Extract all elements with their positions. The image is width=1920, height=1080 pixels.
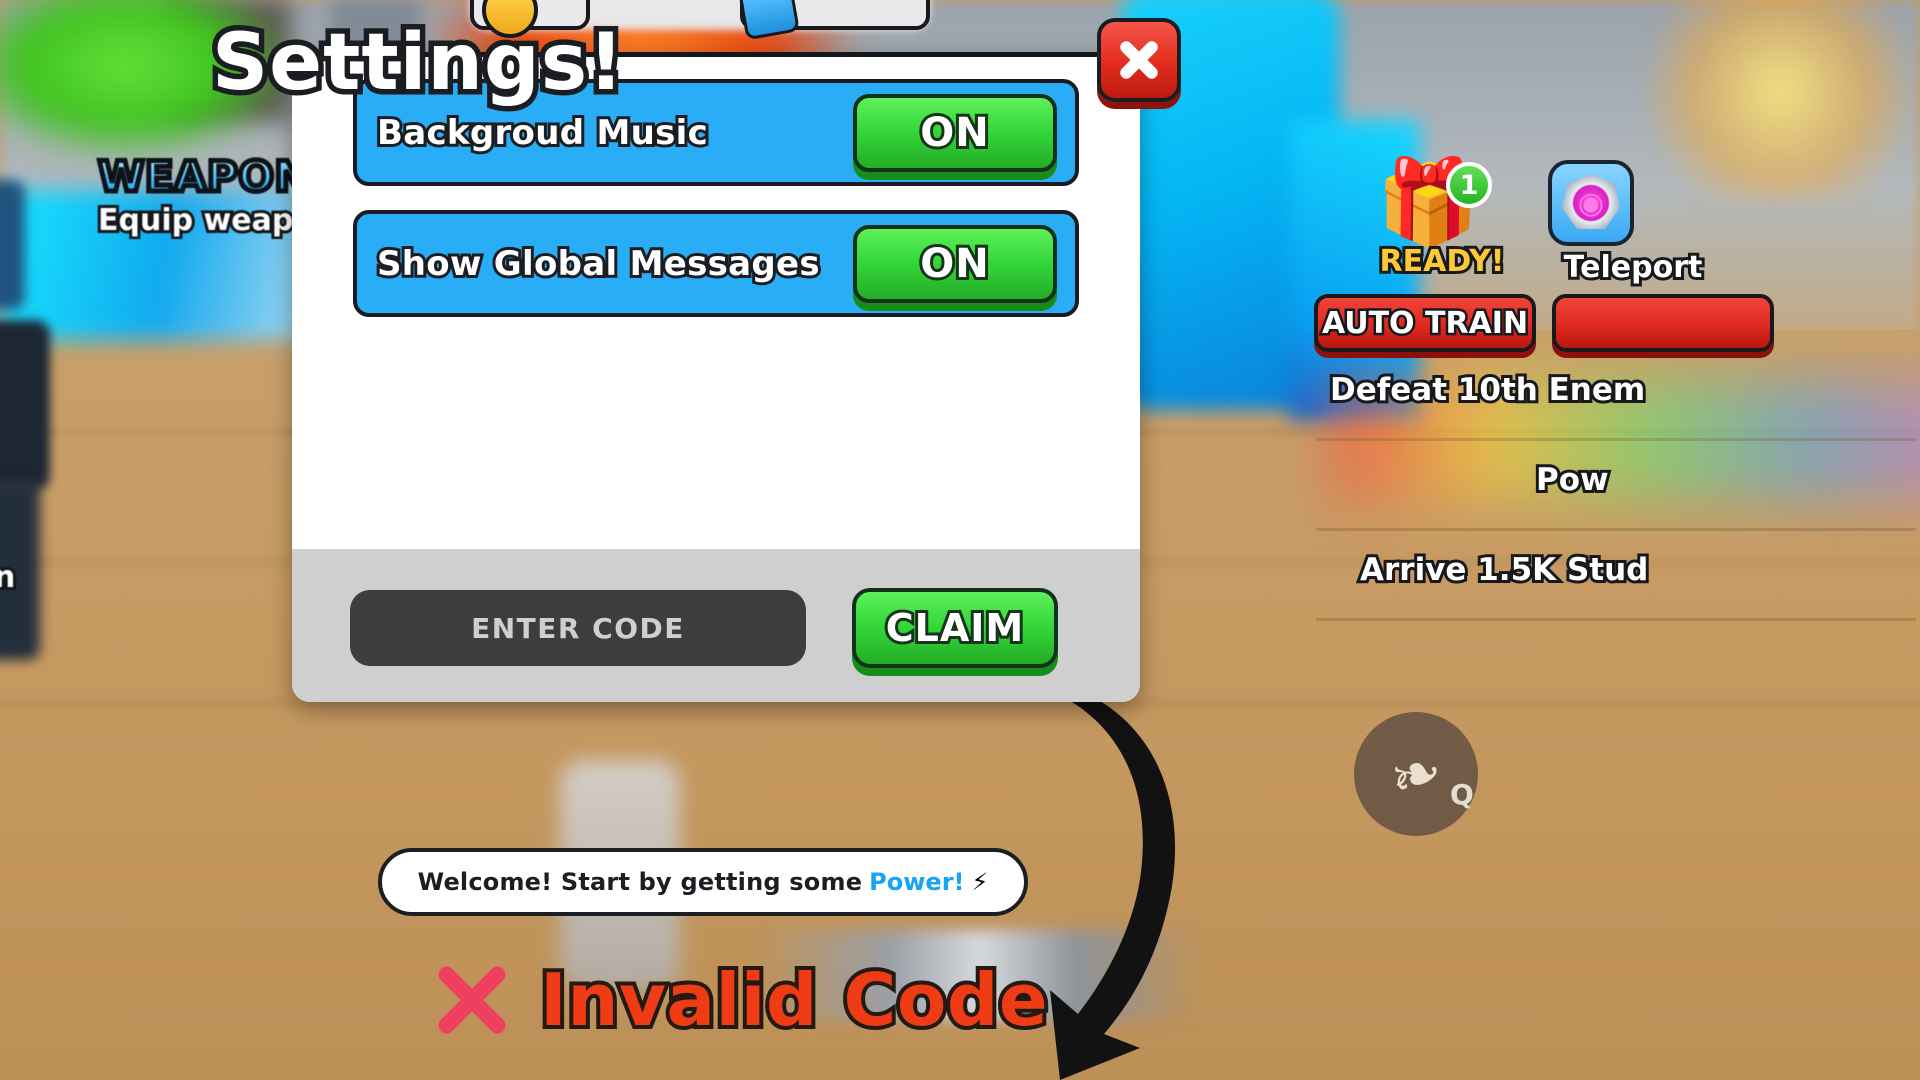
settings-modal-footer: ENTER CODE CLAIM [292, 549, 1140, 702]
auto-train-button[interactable]: AUTO TRAIN [1314, 294, 1536, 352]
toggle-state-background-music: ON [917, 107, 992, 159]
code-input[interactable]: ENTER CODE [350, 590, 806, 666]
close-x-icon [1116, 37, 1162, 83]
teleport-label: Teleport [1561, 247, 1706, 288]
setting-row-global-messages[interactable]: Show Global Messages ON [353, 210, 1079, 317]
settings-modal-body: Backgroud Music ON Show Global Messages … [292, 57, 1140, 549]
leaf-icon: ❧ [1380, 731, 1452, 817]
gift-count-badge: 1 [1446, 162, 1492, 208]
shop-key-hint: Q [1450, 778, 1474, 811]
teleport-gem-icon: ◉ [1562, 174, 1620, 230]
power-stat-text: Pow [1533, 459, 1612, 501]
toggle-background-music[interactable]: ON [853, 93, 1057, 172]
swirl-icon: ◉ [1577, 185, 1605, 221]
world-label-partial: n [0, 557, 18, 598]
teleport-button[interactable]: ◉ Teleport [1528, 160, 1758, 288]
auto-secondary-button[interactable] [1552, 294, 1774, 352]
right-hud-panel: 🐴 ! 7 DAY REWARDS 🎁 1 READY! ◉ Teleport … [1314, 0, 1920, 1080]
pointer-arrow-icon [1050, 690, 1176, 1080]
shop-button[interactable]: ❧ [1354, 712, 1478, 836]
arrive-objective-text: Arrive 1.5K Stud [1357, 549, 1651, 591]
toggle-global-messages[interactable]: ON [853, 224, 1057, 303]
auto-train-label: AUTO TRAIN [1319, 303, 1530, 343]
page-title: Settings! [207, 13, 630, 114]
setting-label-global-messages: Show Global Messages [374, 241, 823, 287]
hud-divider-1 [1316, 438, 1916, 441]
close-button[interactable] [1097, 18, 1181, 102]
hud-divider-3 [1316, 618, 1916, 621]
toggle-state-global-messages: ON [917, 238, 992, 290]
settings-modal: Backgroud Music ON Show Global Messages … [292, 52, 1140, 702]
invalid-code-message: Invalid Code [536, 954, 1052, 1046]
welcome-banner: Welcome! Start by getting some Power! ⚡ [378, 848, 1028, 916]
welcome-text: Welcome! Start by getting some [417, 868, 863, 896]
setting-label-background-music: Backgroud Music [374, 110, 711, 156]
bolt-icon: ⚡ [971, 868, 989, 896]
background-dark-left-1 [0, 320, 50, 490]
gift-ready-label: READY! [1377, 241, 1508, 282]
invalid-code-toast: Invalid Code [430, 954, 1052, 1046]
background-dark-left-3 [0, 180, 25, 310]
claim-button-label: CLAIM [883, 603, 1026, 653]
welcome-highlight: Power! [869, 868, 965, 896]
hud-divider-2 [1316, 528, 1916, 531]
code-input-placeholder: ENTER CODE [471, 611, 685, 645]
daily-gift-button[interactable]: 🎁 1 READY! [1352, 160, 1532, 282]
claim-button[interactable]: CLAIM [852, 588, 1058, 668]
teleport-tile[interactable]: ◉ [1548, 160, 1634, 246]
quest-objective-text: Defeat 10th Enem [1327, 369, 1648, 411]
red-x-icon [430, 958, 514, 1042]
